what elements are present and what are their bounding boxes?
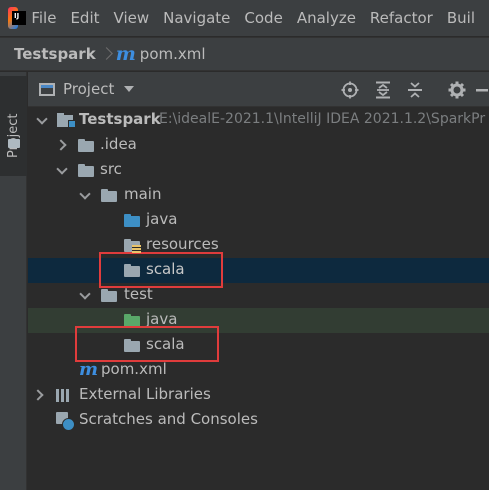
source-folder-icon	[124, 214, 140, 227]
chevron-right-icon[interactable]	[34, 390, 44, 400]
tree-label-pom: pom.xml	[101, 360, 167, 378]
chevron-down-icon[interactable]	[80, 290, 90, 300]
tree-label-main: main	[124, 185, 162, 203]
menu-view[interactable]: View	[114, 9, 150, 27]
project-view-icon	[39, 82, 55, 96]
maven-file-icon: m	[115, 43, 136, 65]
tree-row-external-libraries[interactable]: External Libraries	[28, 383, 489, 408]
project-view-selector[interactable]: Project	[63, 80, 114, 98]
tree-row-test[interactable]: test	[28, 283, 489, 308]
folder-icon	[101, 189, 117, 202]
menu-build[interactable]: Buil	[447, 9, 475, 27]
intellij-logo-icon: IJ	[8, 7, 27, 29]
annotation-highlight-box	[75, 326, 219, 362]
project-folder-icon	[57, 113, 76, 128]
breadcrumb-file[interactable]: pom.xml	[140, 45, 206, 63]
folder-icon	[78, 164, 94, 177]
chevron-right-icon[interactable]	[57, 140, 67, 150]
folder-icon	[101, 289, 117, 302]
project-tab-label: Project	[6, 113, 21, 158]
menu-analyze[interactable]: Analyze	[297, 9, 356, 27]
dropdown-arrow-icon[interactable]	[124, 86, 135, 92]
breadcrumb-project[interactable]: Testspark	[14, 45, 96, 63]
scratches-icon	[56, 412, 75, 431]
chevron-down-icon[interactable]	[37, 115, 47, 125]
menu-code[interactable]: Code	[244, 9, 282, 27]
folder-icon	[78, 139, 94, 152]
menu-navigate[interactable]: Navigate	[163, 9, 230, 27]
menu-edit[interactable]: Edit	[70, 9, 99, 27]
project-tree: Testspark E:\idealE-2021.1\IntelliJ IDEA…	[28, 108, 489, 490]
menu-refactor[interactable]: Refactor	[370, 9, 433, 27]
menu-bar: IJ File Edit View Navigate Code Analyze …	[0, 0, 489, 36]
project-root-label: Testspark	[79, 110, 161, 128]
gear-icon[interactable]	[447, 80, 467, 100]
project-tool-window-tab[interactable]: Project	[0, 76, 27, 176]
menu-file[interactable]: File	[31, 9, 56, 27]
tree-row-main-scala[interactable]: scala	[28, 258, 489, 283]
library-icon	[56, 388, 70, 402]
minimize-icon[interactable]	[475, 80, 489, 100]
tree-row-testspark[interactable]: Testspark E:\idealE-2021.1\IntelliJ IDEA…	[28, 108, 489, 133]
chevron-down-icon[interactable]	[57, 165, 67, 175]
tree-row-src[interactable]: src	[28, 158, 489, 183]
tree-label-scratches: Scratches and Consoles	[79, 410, 258, 428]
project-panel-header: Project	[28, 72, 489, 107]
expand-all-icon[interactable]	[373, 80, 393, 100]
tree-row-main[interactable]: main	[28, 183, 489, 208]
annotation-highlight-box	[99, 252, 223, 288]
tree-row-main-resources[interactable]: resources	[28, 233, 489, 258]
project-root-path: E:\idealE-2021.1\IntelliJ IDEA 2021.1.2\…	[159, 111, 486, 127]
tree-row-scratches[interactable]: Scratches and Consoles	[28, 408, 489, 433]
chevron-down-icon[interactable]	[80, 190, 90, 200]
tree-label-external-libraries: External Libraries	[79, 385, 211, 403]
resources-folder-icon	[124, 239, 141, 253]
collapse-all-icon[interactable]	[405, 80, 425, 100]
tree-row-main-java[interactable]: java	[28, 208, 489, 233]
folder-icon	[8, 139, 20, 148]
tree-row-idea[interactable]: .idea	[28, 133, 489, 158]
tree-label-idea: .idea	[100, 135, 137, 153]
tool-window-stripe: Project	[0, 72, 27, 490]
maven-file-icon: m	[79, 359, 99, 380]
navigation-bar: Testspark m pom.xml	[0, 37, 489, 71]
tree-label-src: src	[100, 160, 122, 178]
breadcrumb-separator-icon	[102, 47, 110, 61]
tree-label-main-java: java	[146, 210, 178, 228]
tree-label-main-resources: resources	[146, 235, 219, 253]
locate-icon[interactable]	[340, 80, 360, 100]
